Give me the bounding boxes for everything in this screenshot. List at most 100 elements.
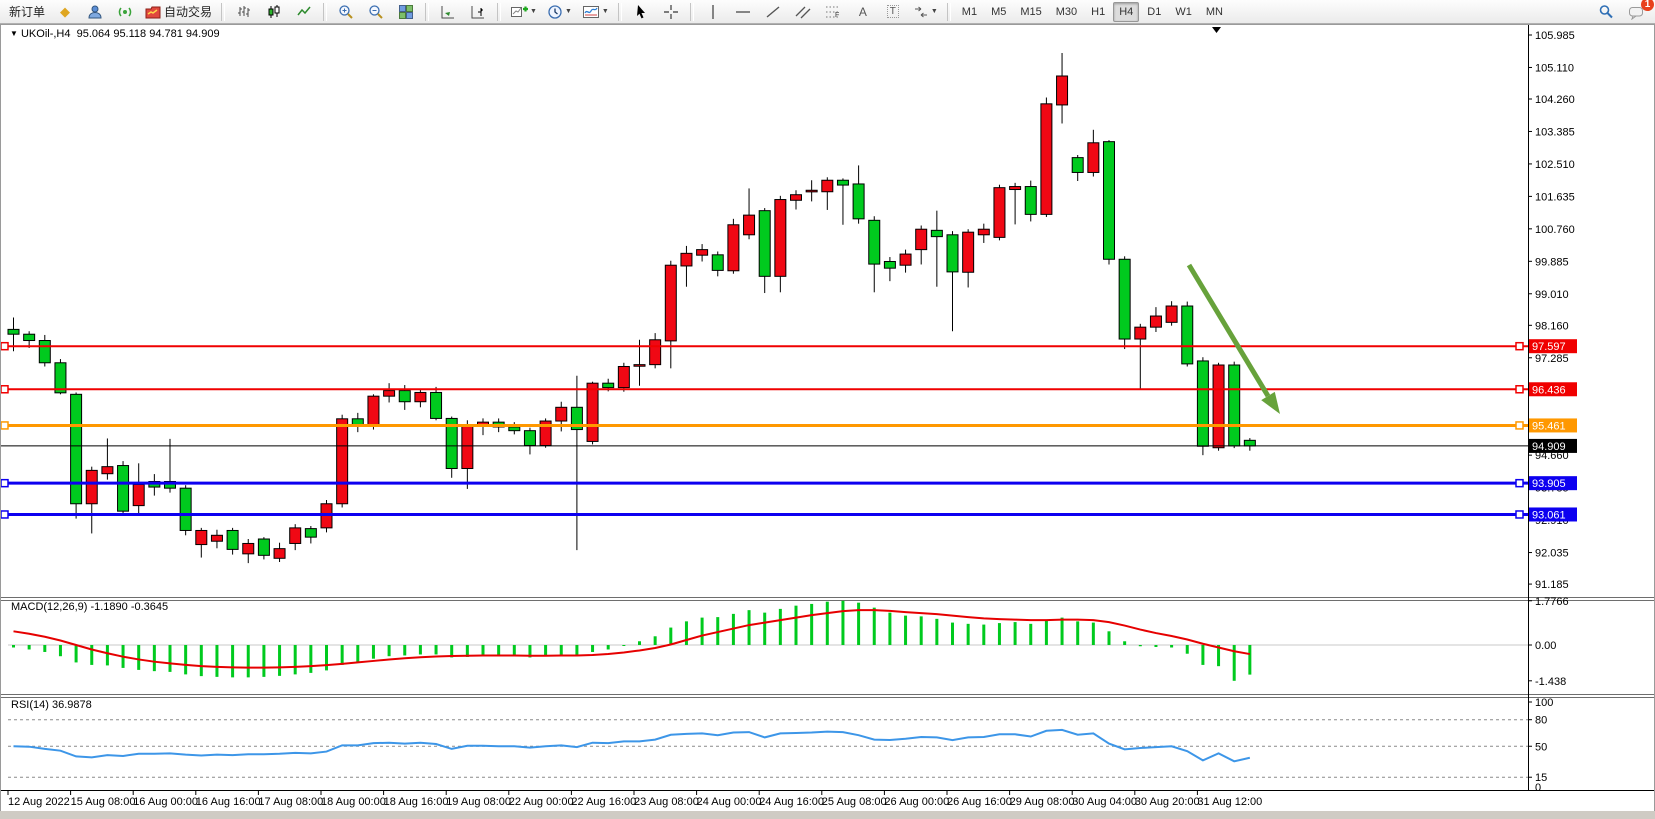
cursor-icon	[633, 4, 649, 20]
tab-d1[interactable]: D1	[1141, 2, 1167, 22]
candle-bear	[71, 394, 82, 503]
text-label-tool[interactable]: T	[879, 1, 907, 23]
macd-histogram-bar	[1139, 645, 1142, 646]
chevron-down-icon: ▼	[565, 8, 572, 15]
line-anchor-handle[interactable]	[1, 343, 8, 350]
cursor-tool-button[interactable]	[627, 1, 655, 23]
vertical-line-tool[interactable]	[699, 1, 727, 23]
channel-icon	[795, 4, 811, 20]
macd-histogram-bar	[1061, 618, 1064, 645]
candle-bull	[744, 215, 755, 235]
candle-bear	[1104, 142, 1115, 260]
notifications-button[interactable]: 1	[1622, 1, 1650, 23]
line-anchor-handle[interactable]	[1516, 422, 1523, 429]
crosshair-tool-button[interactable]	[657, 1, 685, 23]
chart-canvas[interactable]: 105.985105.110104.260103.385102.510101.6…	[0, 0, 1655, 819]
indicators-button[interactable]: ▼	[578, 1, 613, 23]
toolbar-separator	[323, 3, 327, 21]
line-anchor-handle[interactable]	[1, 386, 8, 393]
text-tool[interactable]: A	[849, 1, 877, 23]
chart-shift-button[interactable]	[464, 1, 492, 23]
tab-m30[interactable]: M30	[1050, 2, 1083, 22]
new-chart-button[interactable]: ▼	[506, 1, 541, 23]
line-anchor-handle[interactable]	[1516, 343, 1523, 350]
candle-bull	[384, 391, 395, 397]
candle-bull	[791, 195, 802, 201]
navigator-icon[interactable]: ◆	[51, 1, 79, 23]
chart-shift-icon	[470, 4, 486, 20]
tile-windows-button[interactable]	[392, 1, 420, 23]
time-axis-label: 22 Aug 16:00	[571, 796, 636, 808]
tab-m1[interactable]: M1	[956, 2, 983, 22]
line-anchor-handle[interactable]	[1, 480, 8, 487]
tab-h1[interactable]: H1	[1085, 2, 1111, 22]
line-anchor-handle[interactable]	[1516, 386, 1523, 393]
trendline-tool[interactable]	[759, 1, 787, 23]
chart-menu-icon[interactable]: ▼	[10, 29, 18, 38]
periods-button[interactable]: ▼	[543, 1, 576, 23]
macd-histogram-bar	[920, 616, 923, 645]
candle-bull	[211, 535, 222, 541]
indicator-window-icon	[582, 4, 600, 20]
horizontal-line-tool[interactable]	[729, 1, 757, 23]
search-button[interactable]	[1592, 1, 1620, 23]
macd-histogram-bar	[341, 645, 344, 665]
bar-chart-mode-button[interactable]	[230, 1, 258, 23]
line-chart-mode-button[interactable]	[290, 1, 318, 23]
price-axis-label: 99.010	[1535, 289, 1569, 301]
price-badge-label: 93.905	[1532, 478, 1566, 490]
auto-trading-label: 自动交易	[164, 3, 212, 20]
rsi-axis-label: 100	[1535, 697, 1553, 709]
clock-icon	[547, 4, 563, 20]
zoom-in-button[interactable]	[332, 1, 360, 23]
line-anchor-handle[interactable]	[1516, 480, 1523, 487]
macd-histogram-bar	[967, 624, 970, 645]
time-axis-label: 31 Aug 12:00	[1197, 796, 1262, 808]
auto-trading-button[interactable]: 自动交易	[141, 1, 216, 23]
tab-h4[interactable]: H4	[1113, 2, 1139, 22]
zoom-out-button[interactable]	[362, 1, 390, 23]
macd-histogram-bar	[826, 602, 829, 645]
time-axis-label: 19 Aug 08:00	[446, 796, 511, 808]
line-anchor-handle[interactable]	[1, 422, 8, 429]
macd-histogram-bar	[278, 645, 281, 676]
candle-bull	[900, 254, 911, 265]
macd-histogram-bar	[1154, 645, 1157, 647]
candle-bull	[994, 188, 1005, 238]
macd-histogram-bar	[59, 645, 62, 656]
new-order-button[interactable]: 新订单	[5, 1, 49, 23]
fibonacci-tool[interactable]: F	[819, 1, 847, 23]
signals-icon[interactable]	[111, 1, 139, 23]
macd-axis-label: 0.00	[1535, 640, 1556, 652]
candle-bull	[337, 419, 348, 504]
chart-background	[0, 24, 1655, 812]
macd-histogram-bar	[1029, 624, 1032, 645]
tab-m5[interactable]: M5	[985, 2, 1012, 22]
price-axis-label: 99.885	[1535, 256, 1569, 268]
candle-bear	[524, 431, 535, 446]
candle-bull	[775, 200, 786, 277]
tab-m15[interactable]: M15	[1014, 2, 1047, 22]
tab-w1[interactable]: W1	[1169, 2, 1198, 22]
candle-bull	[556, 407, 567, 421]
macd-histogram-bar	[748, 610, 751, 645]
market-watch-icon[interactable]	[81, 1, 109, 23]
auto-scroll-button[interactable]	[434, 1, 462, 23]
tab-mn[interactable]: MN	[1200, 2, 1229, 22]
macd-histogram-bar	[435, 645, 438, 654]
macd-histogram-bar	[309, 645, 312, 673]
chart-title-overlay: ▼ UKOil-,H4 95.064 95.118 94.781 94.909	[10, 28, 220, 40]
candle-bull	[650, 340, 661, 365]
macd-axis-label: 1.7766	[1535, 596, 1569, 608]
line-anchor-handle[interactable]	[1516, 511, 1523, 518]
time-axis-label: 16 Aug 00:00	[133, 796, 198, 808]
price-axis-label: 104.260	[1535, 94, 1575, 106]
line-anchor-handle[interactable]	[1, 511, 8, 518]
arrows-tool[interactable]: ▼	[909, 1, 942, 23]
price-badge-label: 97.597	[1532, 341, 1566, 353]
candlestick-icon	[266, 4, 282, 20]
macd-histogram-bar	[591, 645, 594, 652]
macd-histogram-bar	[701, 618, 704, 645]
channel-tool[interactable]	[789, 1, 817, 23]
candlestick-mode-button[interactable]	[260, 1, 288, 23]
